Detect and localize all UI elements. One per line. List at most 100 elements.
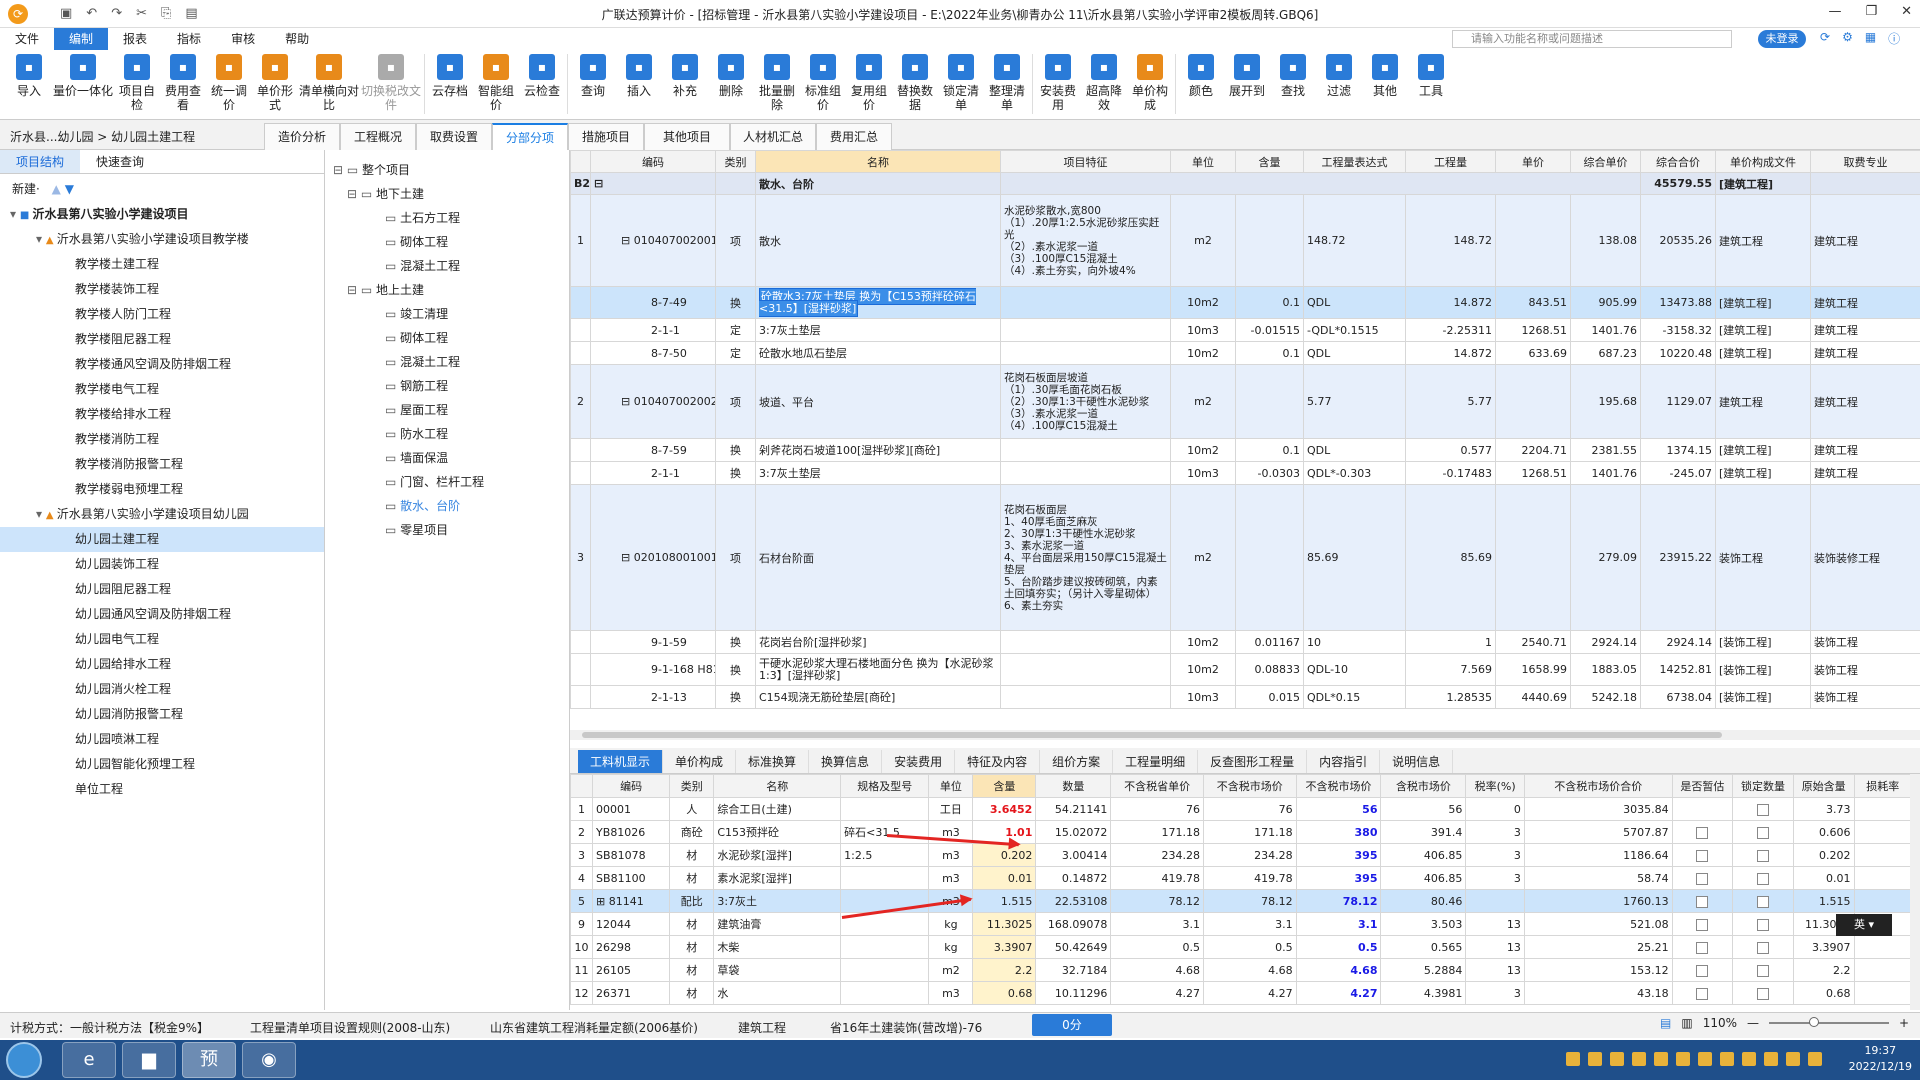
tab-project-structure[interactable]: 项目结构 — [0, 150, 81, 173]
cell-content[interactable]: 11.3025 — [972, 912, 1037, 936]
tab-detail[interactable]: 反查图形工程量 — [1198, 750, 1308, 773]
cell-expr[interactable]: 148.72 — [1303, 194, 1406, 287]
cell-qty[interactable]: 54.21141 — [1035, 797, 1112, 821]
collapse-icon[interactable]: ▾ — [36, 507, 46, 521]
collapse-icon[interactable]: ⊟ — [621, 234, 634, 247]
ribbon-button[interactable]: ▪ 展开到 — [1224, 50, 1270, 118]
tab-detail[interactable]: 标准换算 — [736, 750, 810, 773]
cell-expr[interactable]: -QDL*0.1515 — [1303, 318, 1406, 342]
checkbox[interactable] — [1696, 918, 1709, 931]
cell-spec[interactable] — [840, 797, 930, 821]
tree-item[interactable]: 教学楼电气工程 — [0, 377, 324, 402]
tree-item[interactable]: 教学楼人防门工程 — [0, 302, 324, 327]
column-header[interactable]: 类别 — [715, 150, 756, 173]
column-header[interactable]: 工程量 — [1405, 150, 1496, 173]
column-header[interactable]: 税率(%) — [1465, 774, 1525, 798]
menu-item[interactable]: 帮助 — [270, 28, 324, 50]
cell-est[interactable] — [1671, 958, 1734, 982]
column-header[interactable]: 单位 — [1170, 150, 1236, 173]
tree-item[interactable]: 教学楼消防报警工程 — [0, 452, 324, 477]
column-header[interactable]: 编码 — [592, 774, 671, 798]
cell-lock[interactable] — [1732, 797, 1794, 821]
tree-item[interactable]: 教学楼消防工程 — [0, 427, 324, 452]
tab-detail[interactable]: 组价方案 — [1040, 750, 1114, 773]
column-header[interactable]: 类别 — [669, 774, 715, 798]
cell-qty[interactable]: 10.11296 — [1035, 981, 1112, 1005]
ribbon-button[interactable]: ▪ 安装费用 — [1035, 50, 1081, 118]
checkbox[interactable] — [1696, 895, 1709, 908]
ribbon-button[interactable]: ▪ 项目自检 — [114, 50, 160, 118]
division-item[interactable]: ▭ 砌体工程 — [325, 230, 569, 254]
cell-content[interactable]: 0.08833 — [1235, 653, 1304, 686]
cell-p3[interactable]: 380 — [1295, 820, 1382, 844]
cell-name[interactable]: 砼散水地瓜石垫层 — [755, 341, 1001, 365]
division-item[interactable]: ▭ 混凝土工程 — [325, 350, 569, 374]
table-row[interactable]: 1 ⊟ 010407002001 项 散水 水泥砂浆散水,宽800 （1）.20厚1:2… — [570, 194, 1920, 287]
division-item[interactable]: ⊟ ▭ 地上土建 — [325, 278, 569, 302]
tree-item[interactable]: ▾ ▲ 沂水县第八实验小学建设项目幼儿园 — [0, 502, 324, 527]
column-header[interactable]: 数量 — [1035, 774, 1112, 798]
checkbox[interactable] — [1696, 987, 1709, 1000]
column-header[interactable]: 原始含量 — [1792, 774, 1855, 798]
ribbon-button[interactable]: ▪ 过滤 — [1316, 50, 1362, 118]
undo-icon[interactable]: ↶ — [86, 6, 97, 21]
menu-item[interactable]: 审核 — [216, 28, 270, 50]
cell-est[interactable] — [1671, 797, 1734, 821]
column-header[interactable]: 单价 — [1495, 150, 1571, 173]
cell-qty[interactable]: 15.02072 — [1035, 820, 1112, 844]
cell-name[interactable]: 石材台阶面 — [755, 484, 1001, 631]
refresh-icon[interactable]: ⟳ — [1820, 30, 1830, 47]
checkbox[interactable] — [1757, 849, 1770, 862]
resource-row[interactable]: 3 SB81078 材 水泥砂浆[湿拌] 1:2.5 m3 0.202 3.00414 234.… — [570, 843, 1913, 867]
cell-content[interactable] — [1235, 194, 1304, 287]
resource-row[interactable]: 5⊞ 81141配比3:7灰土m31.51522.5310878.1278.12… — [570, 889, 1913, 913]
expand-icon[interactable]: ⊞ — [596, 895, 609, 908]
cell-est[interactable] — [1671, 912, 1734, 936]
tab-detail[interactable]: 单价构成 — [663, 750, 737, 773]
checkbox[interactable] — [1757, 987, 1770, 1000]
cell-name[interactable]: 花岗岩台阶[湿拌砂浆] — [755, 630, 1001, 654]
division-item[interactable]: ⊟ ▭ 整个项目 — [325, 158, 569, 182]
menu-item[interactable]: 报表 — [108, 28, 162, 50]
ribbon-button[interactable]: ▪ 查询 — [570, 50, 616, 118]
division-item[interactable]: ▭ 钢筋工程 — [325, 374, 569, 398]
cell-lock[interactable] — [1732, 981, 1794, 1005]
cell-expr[interactable]: QDL*0.15 — [1303, 685, 1406, 709]
tab-view[interactable]: 分部分项 — [492, 123, 568, 150]
ribbon-button[interactable]: ▪ 工具 — [1408, 50, 1454, 118]
column-header[interactable]: 单价构成文件 — [1715, 150, 1811, 173]
score-indicator[interactable]: 0分 — [1032, 1014, 1112, 1036]
cell-spec[interactable]: 碎石<31.5 — [840, 820, 930, 844]
checkbox[interactable] — [1757, 964, 1770, 977]
cell-expr[interactable]: 85.69 — [1303, 484, 1406, 631]
tree-item[interactable]: 幼儿园装饰工程 — [0, 552, 324, 577]
division-item[interactable]: ▭ 土石方工程 — [325, 206, 569, 230]
column-header[interactable]: 综合合价 — [1640, 150, 1716, 173]
column-header[interactable]: 不含税市场价合价 — [1523, 774, 1673, 798]
cell-expr[interactable]: 10 — [1303, 630, 1406, 654]
cell-qty[interactable]: 32.7184 — [1035, 958, 1112, 982]
cell-name[interactable]: 坡道、平台 — [755, 364, 1001, 439]
cell-expr[interactable]: QDL — [1303, 286, 1406, 319]
cell-p3[interactable]: 56 — [1295, 797, 1382, 821]
checkbox[interactable] — [1757, 895, 1770, 908]
column-header[interactable]: 是否暂估 — [1671, 774, 1734, 798]
table-row[interactable]: 3 ⊟ 020108001001 项 石材台阶面 花岗石板面层 1、40厚毛面芝麻灰 2… — [570, 484, 1920, 631]
tree-item[interactable]: 单位工程 — [0, 777, 324, 802]
cell-qty[interactable]: 168.09078 — [1035, 912, 1112, 936]
grid-icon[interactable]: ▦ — [1865, 30, 1876, 47]
menu-item[interactable]: 文件 — [0, 28, 54, 50]
cell-qty[interactable]: 3.00414 — [1035, 843, 1112, 867]
copy-icon[interactable]: ⎘ — [161, 6, 171, 21]
division-item[interactable]: ▭ 混凝土工程 — [325, 254, 569, 278]
cell-est[interactable] — [1671, 843, 1734, 867]
tab-quick-query[interactable]: 快速查询 — [80, 150, 160, 173]
ribbon-button[interactable]: ▪ 复用组价 — [846, 50, 892, 118]
ribbon-button[interactable]: ▪ 清单横向对比 — [298, 50, 360, 118]
ribbon-button[interactable]: ▪ 插入 — [616, 50, 662, 118]
resource-row[interactable]: 2 YB81026 商砼 C153预拌砼 碎石<31.5 m3 1.01 15.02072 17… — [570, 820, 1913, 844]
cell-spec[interactable] — [840, 981, 930, 1005]
tab-detail[interactable]: 安装费用 — [882, 750, 956, 773]
column-header[interactable]: 含量 — [1235, 150, 1304, 173]
column-header[interactable]: 编码 — [590, 150, 716, 173]
